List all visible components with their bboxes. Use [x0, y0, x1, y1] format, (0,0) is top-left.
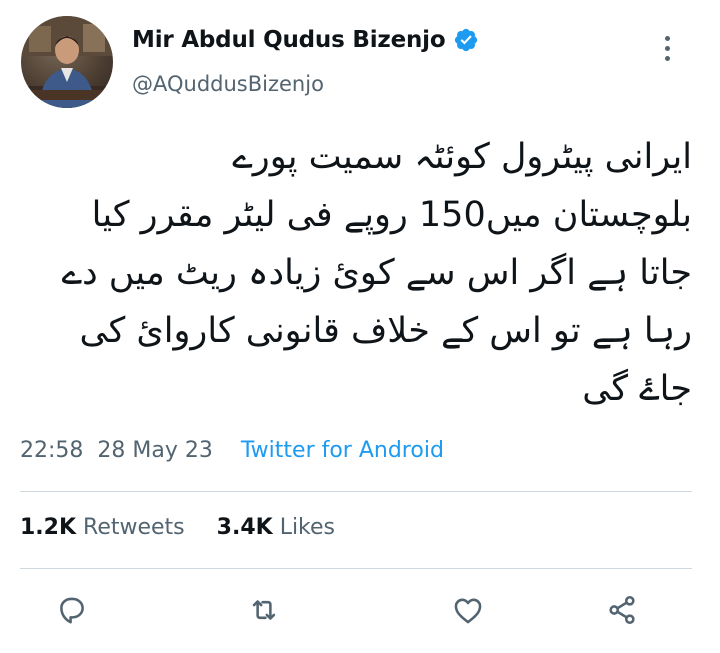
retweets-count: 1.2K — [20, 515, 77, 540]
likes-stat[interactable]: 3.4K Likes — [217, 515, 335, 540]
tweet-text: ایرانی پیٹرول کوئٹہ سمیت پورے بلوچستان می… — [20, 128, 692, 418]
tweet-date: 28 May 23 — [97, 438, 213, 463]
tweet-text-line: ایرانی پیٹرول کوئٹہ سمیت پورے — [232, 137, 692, 177]
likes-count: 3.4K — [216, 515, 273, 540]
likes-label: Likes — [279, 515, 336, 540]
user-handle[interactable]: @AQuddusBizenjo — [132, 72, 324, 96]
tweet-text-line: رہا ہے تو اس کے خلاف قانونی کاروائ کی — [79, 311, 692, 351]
more-dot — [664, 45, 670, 51]
reply-button[interactable] — [50, 588, 94, 632]
more-dot — [664, 35, 670, 41]
retweets-stat[interactable]: 1.2K Retweets — [20, 515, 185, 540]
like-icon — [454, 598, 482, 624]
display-name[interactable]: Mir Abdul Qudus Bizenjo — [132, 27, 446, 53]
like-button[interactable] — [446, 588, 490, 632]
reply-icon — [60, 597, 84, 624]
retweets-label: Retweets — [83, 515, 185, 540]
tweet-header: Mir Abdul Qudus Bizenjo @AQuddusBizenjo — [0, 0, 720, 115]
tweet-time: 22:58 — [20, 438, 84, 463]
tweet-meta: 22:58 28 May 23 Twitter for Android — [20, 438, 444, 463]
action-bar — [0, 588, 720, 632]
avatar[interactable] — [21, 16, 113, 108]
name-row: Mir Abdul Qudus Bizenjo — [132, 24, 479, 56]
share-icon — [609, 595, 635, 625]
retweet-button[interactable] — [242, 588, 286, 632]
share-button[interactable] — [600, 588, 644, 632]
tweet-stats: 1.2K Retweets 3.4K Likes — [20, 515, 335, 540]
tweet-text-line: جاتا ہے اگر اس سے کوئ زیادہ ریٹ میں دے — [61, 253, 692, 293]
tweet-text-line: جاۓ گی — [582, 369, 692, 409]
retweet-icon — [252, 600, 276, 620]
verified-badge-icon — [453, 27, 479, 53]
tweet-text-line: بلوچستان میں150 روپے فی لیٹر مقرر کیا — [91, 195, 692, 235]
divider — [20, 491, 692, 492]
tweet-source-link[interactable]: Twitter for Android — [241, 438, 444, 463]
divider — [20, 568, 692, 569]
more-dot — [664, 55, 670, 61]
more-options-icon[interactable] — [652, 28, 682, 68]
